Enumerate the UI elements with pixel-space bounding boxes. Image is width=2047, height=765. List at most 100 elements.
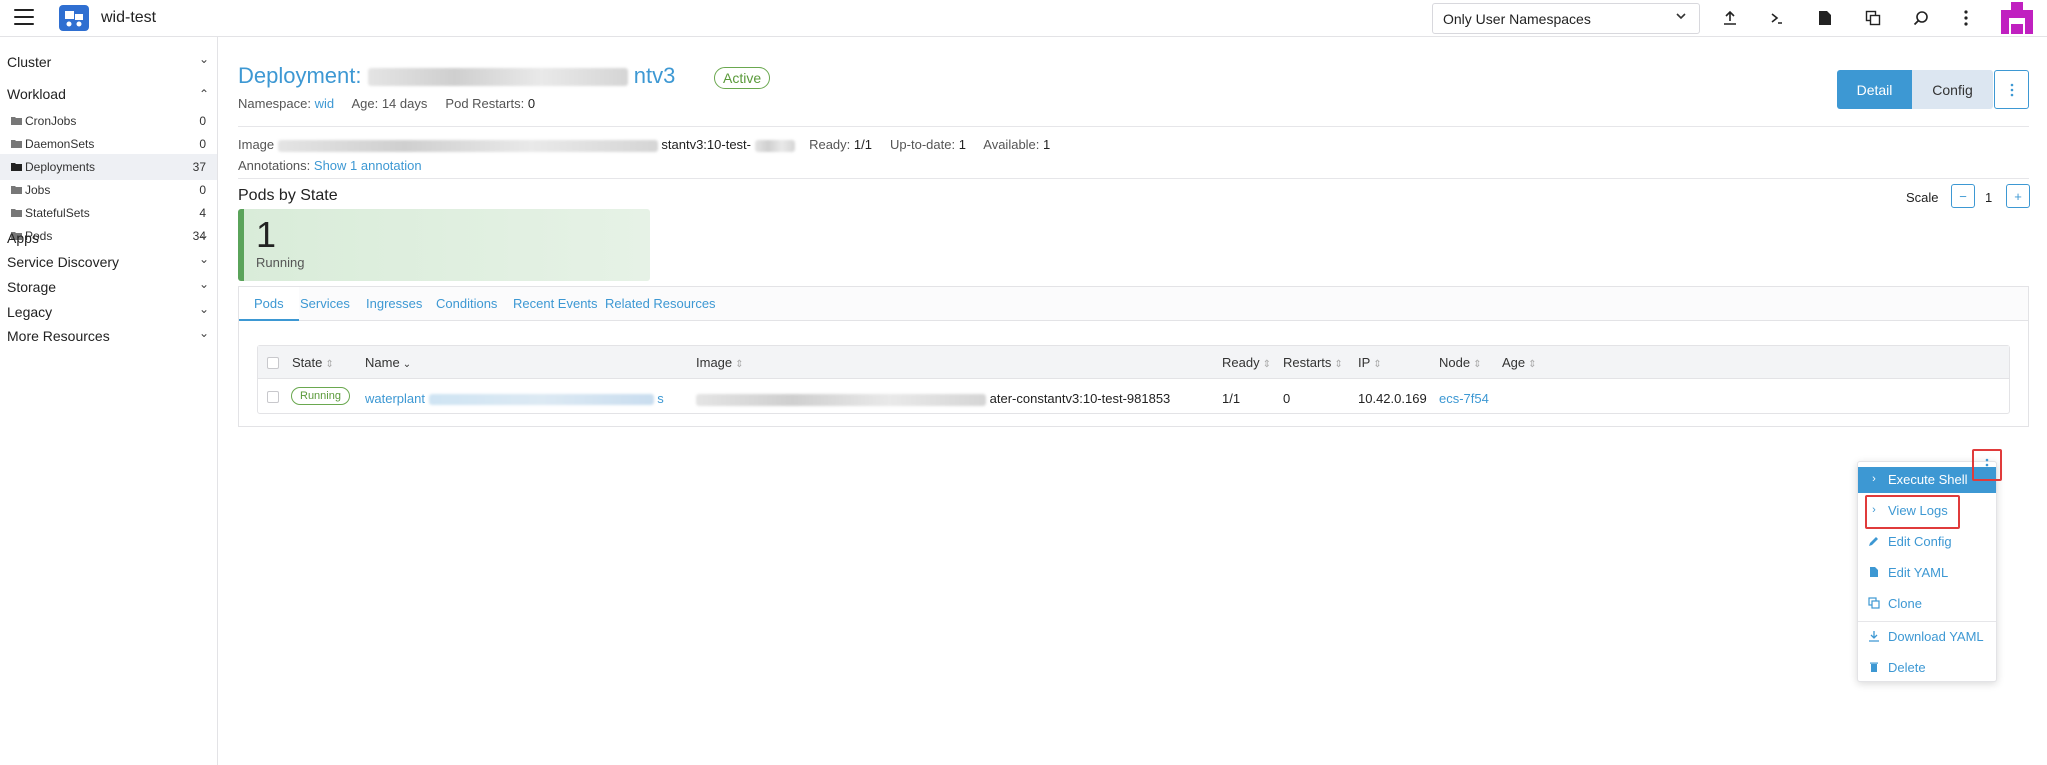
sidebar-item-count: 37 — [192, 160, 206, 174]
sidebar-item-count: 0 — [199, 183, 206, 197]
sort-icon: ⇕ — [1262, 359, 1271, 370]
column-image[interactable]: Image ⇕ — [696, 355, 744, 370]
row-actions-button[interactable] — [1972, 449, 2002, 481]
menu-view-logs[interactable]: › View Logs — [1858, 498, 1996, 524]
menu-clone[interactable]: Clone — [1858, 591, 1996, 617]
menu-item-label: Edit YAML — [1888, 565, 1949, 580]
search-icon[interactable] — [1911, 8, 1931, 28]
more-vertical-icon — [1985, 458, 1989, 472]
row-actions-menu: › Execute Shell › View Logs Edit Config … — [1857, 461, 1997, 682]
chevron-right-icon: › — [1872, 473, 1876, 485]
column-state[interactable]: State ⇕ — [292, 355, 334, 370]
nav-group-more-resources[interactable]: More Resources ⌄ — [7, 324, 211, 348]
nav-group-service-discovery[interactable]: Service Discovery ⌄ — [7, 250, 211, 274]
pods-by-state-heading: Pods by State — [238, 187, 338, 204]
menu-edit-config[interactable]: Edit Config — [1858, 529, 1996, 555]
tab-recent-events[interactable]: Recent Events — [513, 296, 598, 311]
menu-divider — [1858, 621, 1996, 622]
menu-delete[interactable]: Delete — [1858, 655, 1996, 681]
namespace-filter-value: Only User Namespaces — [1443, 11, 1591, 27]
sidebar-item-count: 0 — [199, 114, 206, 128]
sidebar-item-label: CronJobs — [25, 114, 77, 128]
menu-download-yaml[interactable]: Download YAML — [1858, 624, 1996, 650]
folder-icon — [11, 163, 22, 171]
menu-item-label: Execute Shell — [1888, 472, 1968, 487]
available-value: 1 — [1043, 137, 1051, 152]
tab-conditions[interactable]: Conditions — [436, 296, 497, 311]
folder-icon — [11, 117, 22, 125]
redacted-tag — [754, 139, 795, 152]
column-node[interactable]: Node ⇕ — [1439, 355, 1481, 370]
namespace-link[interactable]: wid — [315, 96, 335, 111]
redacted-name — [367, 68, 628, 87]
sort-desc-icon: ⌄ — [402, 359, 412, 370]
nav-group-apps[interactable]: Apps ⌄ — [7, 226, 211, 250]
nav-group-cluster[interactable]: Cluster ⌄ — [7, 50, 211, 74]
chevron-down-icon: ⌄ — [198, 52, 209, 66]
nav-group-label: Storage — [7, 279, 57, 295]
tab-related-resources[interactable]: Related Resources — [605, 296, 716, 311]
menu-icon[interactable] — [14, 9, 34, 25]
column-ip[interactable]: IP ⇕ — [1358, 355, 1382, 370]
chevron-down-icon: ⌄ — [198, 326, 209, 340]
column-age[interactable]: Age ⇕ — [1502, 355, 1537, 370]
tab-pods[interactable]: Pods — [239, 287, 299, 321]
divider — [238, 178, 2029, 179]
column-name[interactable]: Name ⌄ — [365, 355, 411, 370]
pod-restarts: 0 — [1283, 391, 1291, 406]
user-avatar[interactable] — [2001, 2, 2033, 34]
column-ready[interactable]: Ready ⇕ — [1222, 355, 1271, 370]
file-icon[interactable] — [1815, 8, 1835, 28]
column-label: IP — [1358, 355, 1371, 370]
restarts-value: 0 — [527, 96, 536, 111]
tab-ingresses[interactable]: Ingresses — [366, 296, 422, 311]
menu-edit-yaml[interactable]: Edit YAML — [1858, 560, 1996, 586]
pod-name-prefix: waterplant — [365, 391, 425, 406]
menu-item-label: Download YAML — [1888, 629, 1984, 644]
config-button[interactable]: Config — [1912, 70, 1993, 109]
page-title: Deployment: ntv3 — [238, 63, 675, 89]
pod-node-link[interactable]: ecs-7f54 — [1439, 391, 1489, 406]
chevron-down-icon: ⌄ — [198, 302, 209, 316]
namespace-filter-select[interactable]: Only User Namespaces — [1432, 3, 1700, 34]
cluster-name[interactable]: wid-test — [101, 9, 156, 27]
state-badge: Running — [291, 387, 350, 405]
namespace-label: Namespace: — [238, 96, 311, 111]
menu-item-label: Edit Config — [1888, 534, 1952, 549]
chevron-down-icon: ⌄ — [198, 252, 209, 266]
shell-icon[interactable] — [1767, 8, 1787, 28]
chevron-down-icon: ⌄ — [198, 228, 209, 242]
column-label: Node — [1439, 355, 1471, 370]
app-logo[interactable] — [59, 5, 89, 31]
copy-icon[interactable] — [1863, 8, 1883, 28]
more-vertical-icon[interactable] — [1956, 8, 1976, 28]
scale-down-button[interactable]: − — [1951, 184, 1975, 208]
available-label: Available: — [983, 137, 1044, 152]
show-annotation-link[interactable]: Show 1 annotation — [314, 158, 422, 173]
row-checkbox[interactable] — [267, 391, 279, 403]
detail-button[interactable]: Detail — [1837, 70, 1912, 109]
more-vertical-icon — [2010, 83, 2013, 96]
running-count: 1 — [256, 214, 277, 255]
sidebar-item-count: 0 — [199, 137, 206, 151]
table-header: State ⇕ Name ⌄ Image ⇕ Ready ⇕ Restarts ⇕ IP ⇕… — [258, 346, 2009, 379]
status-badge: Active — [714, 67, 771, 89]
scale-up-button[interactable]: + — [2006, 184, 2030, 208]
select-all-checkbox[interactable] — [267, 357, 279, 369]
pod-name-link[interactable]: waterplant s — [365, 391, 664, 406]
column-restarts[interactable]: Restarts ⇕ — [1283, 355, 1343, 370]
sidebar-item-label: StatefulSets — [25, 206, 90, 220]
nav-group-legacy[interactable]: Legacy ⌄ — [7, 300, 211, 324]
tab-services[interactable]: Services — [300, 296, 350, 311]
nav-group-workload[interactable]: Workload ⌃ — [7, 82, 211, 106]
upload-icon[interactable] — [1720, 8, 1740, 28]
column-label: Name — [365, 355, 400, 370]
chevron-down-icon: ⌄ — [198, 277, 209, 291]
column-label: Restarts — [1283, 355, 1332, 370]
actions-menu-button[interactable] — [1994, 70, 2029, 109]
column-label: Age — [1502, 355, 1526, 370]
folder-icon — [11, 140, 22, 148]
copy-icon — [1868, 597, 1880, 609]
ready-value: 1/1 — [853, 137, 872, 152]
nav-group-storage[interactable]: Storage ⌄ — [7, 275, 211, 299]
